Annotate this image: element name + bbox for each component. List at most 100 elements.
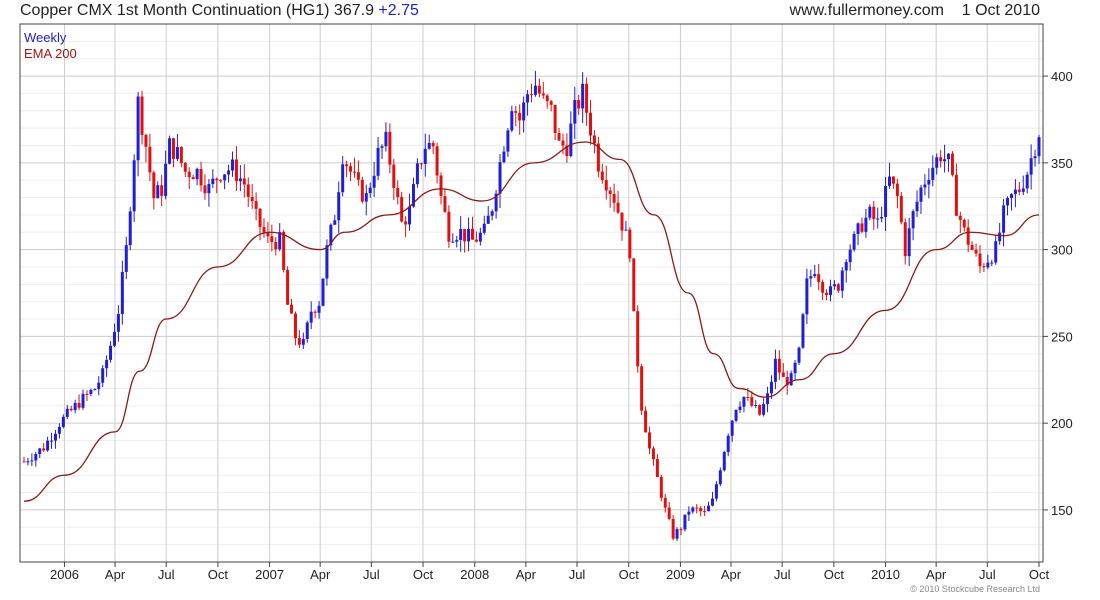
candle-body	[545, 95, 549, 102]
candle-body	[640, 366, 644, 411]
candlestick-chart: 150 200 250 300 350 400 2006 Apr Jul Oct 2007 Apr J…	[19, 23, 1073, 582]
candle-body	[569, 123, 573, 157]
candle-body	[297, 338, 301, 345]
candle-body	[140, 96, 144, 135]
candle-body	[990, 262, 994, 264]
candle-body	[742, 396, 746, 407]
candle-body	[148, 146, 152, 173]
candle-body	[1017, 189, 1021, 192]
candle-body	[112, 331, 116, 346]
candle-body	[160, 185, 164, 196]
candle-body	[309, 311, 313, 323]
candle-body	[506, 130, 510, 152]
candle-body	[455, 240, 459, 242]
grid	[20, 24, 1043, 562]
candle-body	[101, 368, 105, 383]
candle-body	[526, 94, 530, 103]
candle-body	[789, 373, 793, 386]
candle-body	[164, 163, 168, 196]
plot-frame	[19, 23, 1044, 563]
candle-body	[801, 314, 805, 348]
candle-body	[797, 347, 801, 363]
candle-body	[746, 396, 750, 398]
candle-body	[408, 206, 412, 225]
candle-body	[970, 244, 974, 250]
candle-body	[636, 311, 640, 367]
candle-body	[1029, 158, 1033, 175]
candle-body	[758, 404, 762, 415]
candle-body	[372, 175, 376, 188]
candle-body	[502, 151, 506, 163]
y-tick-label: 150	[1051, 503, 1073, 518]
candle-body	[522, 102, 526, 121]
x-tick-label: Jul	[569, 567, 586, 582]
x-tick-label: 2006	[50, 567, 79, 582]
candle-body	[628, 229, 632, 259]
candle-body	[109, 345, 113, 360]
candle-body	[57, 426, 61, 434]
candle-body	[510, 111, 514, 131]
candle-body	[707, 505, 711, 512]
candle-body	[718, 470, 722, 485]
candle-body	[132, 160, 136, 212]
candle-body	[585, 83, 589, 113]
candle-body	[884, 185, 888, 218]
candle-body	[699, 508, 703, 512]
candle-body	[116, 314, 120, 332]
candle-body	[356, 172, 360, 180]
candle-body	[864, 217, 868, 232]
candle-body	[860, 223, 864, 232]
candle-body	[77, 403, 81, 408]
candle-body	[42, 448, 46, 451]
candle-body	[966, 227, 970, 245]
candle-body	[69, 408, 73, 411]
candle-body	[262, 227, 266, 233]
candle-body	[30, 460, 34, 462]
candle-body	[325, 245, 329, 279]
x-tick-label: Jul	[979, 567, 996, 582]
candle-body	[549, 101, 553, 105]
candle-body	[270, 236, 274, 242]
candle-body	[38, 448, 42, 455]
candle-body	[368, 187, 372, 194]
x-tick-label: 2009	[666, 567, 695, 582]
candle-body	[616, 202, 620, 213]
candle-body	[687, 511, 691, 515]
candle-body	[832, 284, 836, 287]
x-tick-label: 2010	[871, 567, 900, 582]
candle-body	[345, 164, 349, 167]
x-tick-label: Oct	[208, 567, 229, 582]
candle-body	[1021, 188, 1025, 192]
candle-body	[459, 229, 463, 241]
candle-body	[982, 266, 986, 268]
candle-body	[962, 219, 966, 228]
candle-body	[978, 253, 982, 267]
candle-body	[557, 132, 561, 141]
candle-body	[671, 518, 675, 539]
candle-body	[648, 432, 652, 449]
candle-body	[651, 448, 655, 460]
candle-body	[478, 232, 482, 242]
candle-body	[722, 452, 726, 471]
candle-body	[136, 96, 140, 161]
x-tick-label: Apr	[516, 567, 537, 582]
candle-body	[793, 362, 797, 374]
candle-body	[762, 404, 766, 415]
candle-body	[994, 241, 998, 263]
candle-body	[710, 498, 714, 506]
candle-body	[856, 223, 860, 235]
candles	[22, 70, 1041, 541]
candle-body	[683, 514, 687, 530]
x-tick-label: Apr	[105, 567, 126, 582]
candle-body	[313, 311, 317, 313]
candle-body	[848, 249, 852, 263]
x-tick-label: Oct	[824, 567, 845, 582]
candle-body	[175, 147, 179, 159]
candle-body	[530, 94, 533, 96]
candle-body	[620, 212, 624, 231]
candle-body	[238, 178, 242, 182]
candle-body	[663, 497, 667, 508]
candle-body	[242, 178, 246, 185]
candle-body	[1033, 156, 1037, 159]
candle-body	[179, 147, 183, 163]
